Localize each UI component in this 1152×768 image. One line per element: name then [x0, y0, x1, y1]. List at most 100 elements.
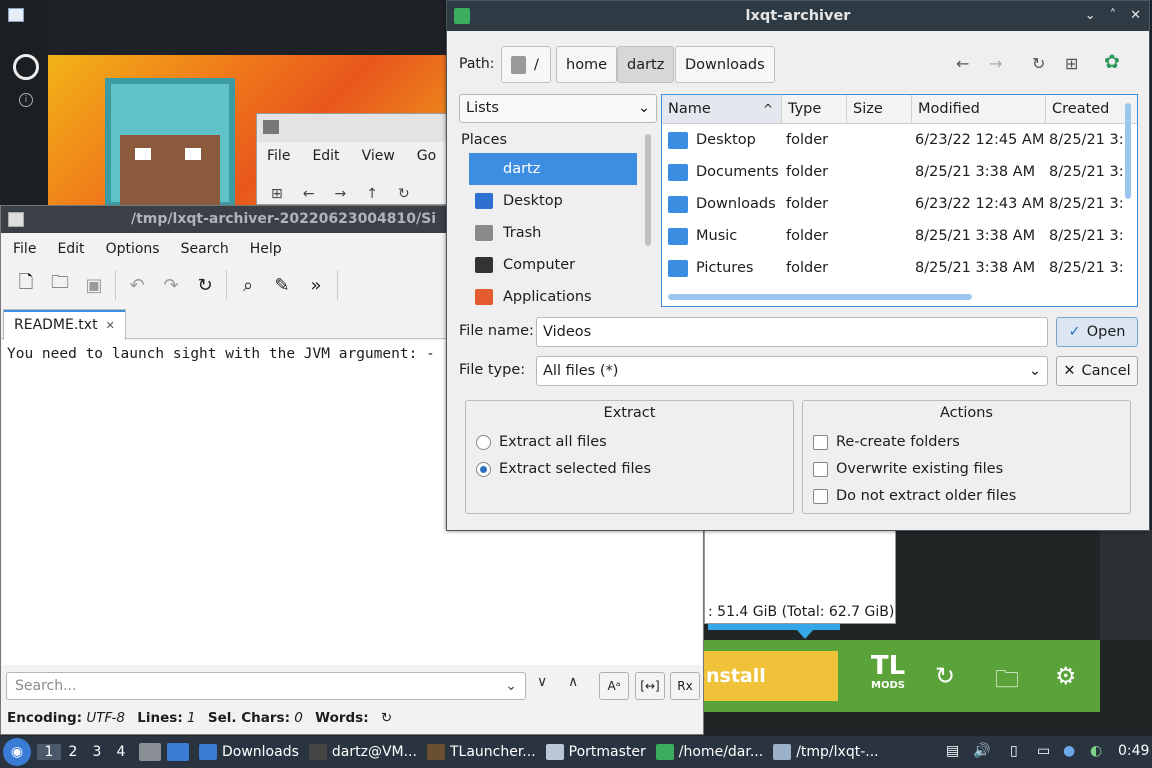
tab-readme[interactable]: README.txt ✕ [3, 309, 126, 340]
menu-options[interactable]: Options [106, 241, 160, 257]
file-type-select[interactable]: All files (*) ⌄ [536, 356, 1048, 386]
refresh-words-icon[interactable]: ↻ [381, 710, 392, 726]
place-desktop[interactable]: Desktop [469, 185, 637, 217]
start-menu-button[interactable]: ◉ [3, 738, 31, 766]
file-row[interactable]: Desktop folder 6/23/22 12:45 AM 8/25/21 3: [662, 125, 1124, 157]
extract-selected-option[interactable]: Extract selected files [476, 461, 651, 477]
menu-file[interactable]: File [267, 148, 290, 164]
find-next-chevron-down-icon[interactable]: ∨ [537, 674, 547, 690]
open-button[interactable]: ✓ Open [1056, 317, 1138, 347]
folder-icon[interactable]: 🗀 [995, 662, 1019, 703]
desktop-4[interactable]: 4 [109, 744, 133, 760]
refresh-icon[interactable]: ↻ [935, 662, 955, 690]
taskbar-task[interactable]: /tmp/lxqt-... [773, 744, 879, 760]
file-row[interactable]: Pictures folder 8/25/21 3:38 AM 8/25/21 3: [662, 253, 1124, 285]
info-icon[interactable]: i [19, 93, 33, 107]
place-trash[interactable]: Trash [469, 217, 637, 249]
cancel-button[interactable]: ✕ Cancel [1056, 356, 1138, 386]
crumb-downloads[interactable]: Downloads [675, 46, 775, 83]
file-row[interactable]: Music folder 8/25/21 3:38 AM 8/25/21 3: [662, 221, 1124, 253]
taskbar-task[interactable]: Downloads [199, 744, 299, 760]
reload-icon[interactable]: ↻ [398, 186, 410, 202]
place-dartz[interactable]: dartz [469, 153, 637, 185]
menu-search[interactable]: Search [181, 241, 229, 257]
network-icon[interactable]: ▭ [1037, 743, 1050, 759]
update-notification-icon[interactable]: ● [1063, 743, 1075, 759]
file-row[interactable]: Downloads folder 6/23/22 12:43 AM 8/25/21 3… [662, 189, 1124, 221]
checkbox[interactable] [813, 488, 828, 504]
desktop-2[interactable]: 2 [61, 744, 85, 760]
regex-button[interactable]: Rx [670, 672, 700, 700]
crumb-home[interactable]: home [556, 46, 618, 83]
replace-icon[interactable]: ✎ [265, 268, 299, 302]
menu-edit[interactable]: Edit [57, 241, 84, 257]
tl-mods-logo[interactable]: TL [867, 653, 909, 679]
column-type[interactable]: Type [782, 95, 847, 124]
desktop-3[interactable]: 3 [85, 744, 109, 760]
search-input[interactable]: Search... ⌄ [6, 672, 526, 700]
find-prev-chevron-up-icon[interactable]: ∧ [568, 674, 578, 690]
file-row[interactable]: Documents folder 8/25/21 3:38 AM 8/25/21 3: [662, 157, 1124, 189]
menu-help[interactable]: Help [250, 241, 282, 257]
archiver-settings-icon[interactable]: ✿ [1104, 51, 1120, 73]
portmaster-tray-icon[interactable]: ◐ [1090, 743, 1102, 759]
places-scrollbar[interactable] [645, 134, 651, 246]
menu-go[interactable]: Go [417, 148, 436, 164]
reload-icon[interactable]: ↻ [188, 268, 222, 302]
clipboard-icon[interactable]: ▤ [946, 743, 959, 759]
place-computer[interactable]: Computer [469, 249, 637, 281]
redo-icon[interactable]: ↷ [154, 268, 188, 302]
menu-file[interactable]: File [13, 241, 36, 257]
menu-view[interactable]: View [362, 148, 395, 164]
checkbox[interactable] [813, 461, 828, 477]
menu-edit[interactable]: Edit [312, 148, 339, 164]
extract-all-option[interactable]: Extract all files [476, 434, 607, 450]
taskbar-task[interactable]: Portmaster [545, 744, 646, 760]
crumb-root[interactable]: / [501, 46, 551, 83]
gear-icon[interactable]: ⚙ [1055, 662, 1077, 690]
new-document-icon[interactable]: 🗋 [9, 268, 43, 302]
taskbar-task[interactable]: TLauncher... [426, 744, 536, 760]
save-icon[interactable]: ▣ [77, 268, 111, 302]
notes-icon[interactable]: ▯ [1010, 743, 1018, 759]
no-older-files-option[interactable]: Do not extract older files [813, 488, 1016, 504]
close-icon[interactable]: ✕ [1130, 1, 1141, 31]
open-folder-icon[interactable]: 🗀 [43, 268, 77, 302]
find-icon[interactable]: ⌕ [231, 268, 265, 302]
crumb-dartz[interactable]: dartz [617, 46, 675, 83]
forward-arrow-icon[interactable]: → [334, 186, 346, 202]
file-name-input[interactable]: Videos [536, 317, 1048, 347]
undo-icon[interactable]: ↶ [120, 268, 154, 302]
chevron-down-icon[interactable]: ⌄ [505, 673, 517, 699]
overwrite-files-option[interactable]: Overwrite existing files [813, 461, 1003, 477]
more-chevron-icon[interactable]: » [299, 268, 333, 302]
places-view-combo[interactable]: Lists ⌄ [459, 94, 657, 123]
file-list-horizontal-scrollbar[interactable] [668, 294, 972, 300]
desktop-1[interactable]: 1 [37, 744, 61, 760]
new-tab-icon[interactable]: ⊞ [271, 186, 283, 202]
reload-icon[interactable]: ↻ [1032, 54, 1045, 73]
quicklaunch-desktop-icon[interactable] [167, 743, 189, 761]
column-name[interactable]: Name ^ [662, 95, 782, 124]
minimize-icon[interactable]: ⌄ [1085, 1, 1096, 31]
radio-button-checked[interactable] [476, 461, 491, 477]
forward-arrow-icon[interactable]: → [989, 54, 1002, 73]
match-case-button[interactable]: Aᵃ [599, 672, 629, 700]
new-folder-icon[interactable]: ⊞ [1065, 54, 1078, 73]
close-icon[interactable]: ✕ [106, 319, 115, 332]
taskbar-task[interactable]: /home/dar... [655, 744, 763, 760]
column-modified[interactable]: Modified [912, 95, 1046, 124]
radio-button[interactable] [476, 434, 491, 450]
back-arrow-icon[interactable]: ← [303, 186, 315, 202]
recreate-folders-option[interactable]: Re-create folders [813, 434, 960, 450]
file-list-vertical-scrollbar[interactable] [1125, 103, 1131, 199]
up-arrow-icon[interactable]: ↑ [366, 186, 378, 202]
back-arrow-icon[interactable]: ← [956, 54, 969, 73]
maximize-icon[interactable]: ˄ [1110, 1, 1117, 31]
install-button[interactable]: nstall [704, 651, 838, 701]
checkbox[interactable] [813, 434, 828, 450]
quicklaunch-files-icon[interactable] [139, 743, 161, 761]
column-size[interactable]: Size [847, 95, 912, 124]
volume-icon[interactable]: 🔊 [973, 743, 990, 759]
whole-word-button[interactable]: [↔] [635, 672, 665, 700]
